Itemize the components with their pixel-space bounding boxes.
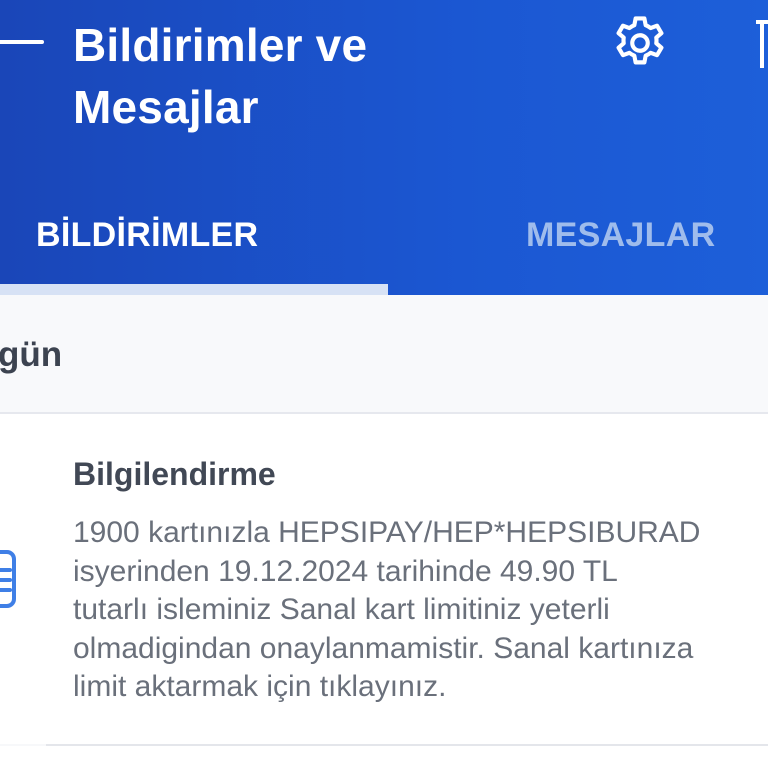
back-button[interactable] xyxy=(0,22,46,62)
arrow-left-icon xyxy=(0,40,44,44)
page-title: Bildirimler ve Mesajlar xyxy=(73,19,368,133)
app-screen: Bildirimler ve Mesajlar BİLDİRİMLER MESA… xyxy=(0,0,768,768)
notification-title: Bilgilendirme xyxy=(73,456,276,492)
top-app-bar: Bildirimler ve Mesajlar BİLDİRİMLER MESA… xyxy=(0,0,768,295)
trash-icon xyxy=(756,20,768,68)
tab-indicator xyxy=(0,284,388,295)
settings-button[interactable] xyxy=(609,12,671,74)
date-section-header xyxy=(0,295,768,414)
tab-bildirimler[interactable]: BİLDİRİMLER xyxy=(36,210,258,260)
delete-button[interactable] xyxy=(754,16,768,72)
section-label: gün xyxy=(0,335,63,374)
tab-mesajlar[interactable]: MESAJLAR xyxy=(526,210,715,260)
receipt-icon xyxy=(0,548,18,612)
gear-icon xyxy=(616,16,664,65)
list-continuation xyxy=(0,746,768,768)
notification-body: 1900 kartınızla HEPSIPAY/HEP*HEPSIBURAD … xyxy=(73,516,701,703)
